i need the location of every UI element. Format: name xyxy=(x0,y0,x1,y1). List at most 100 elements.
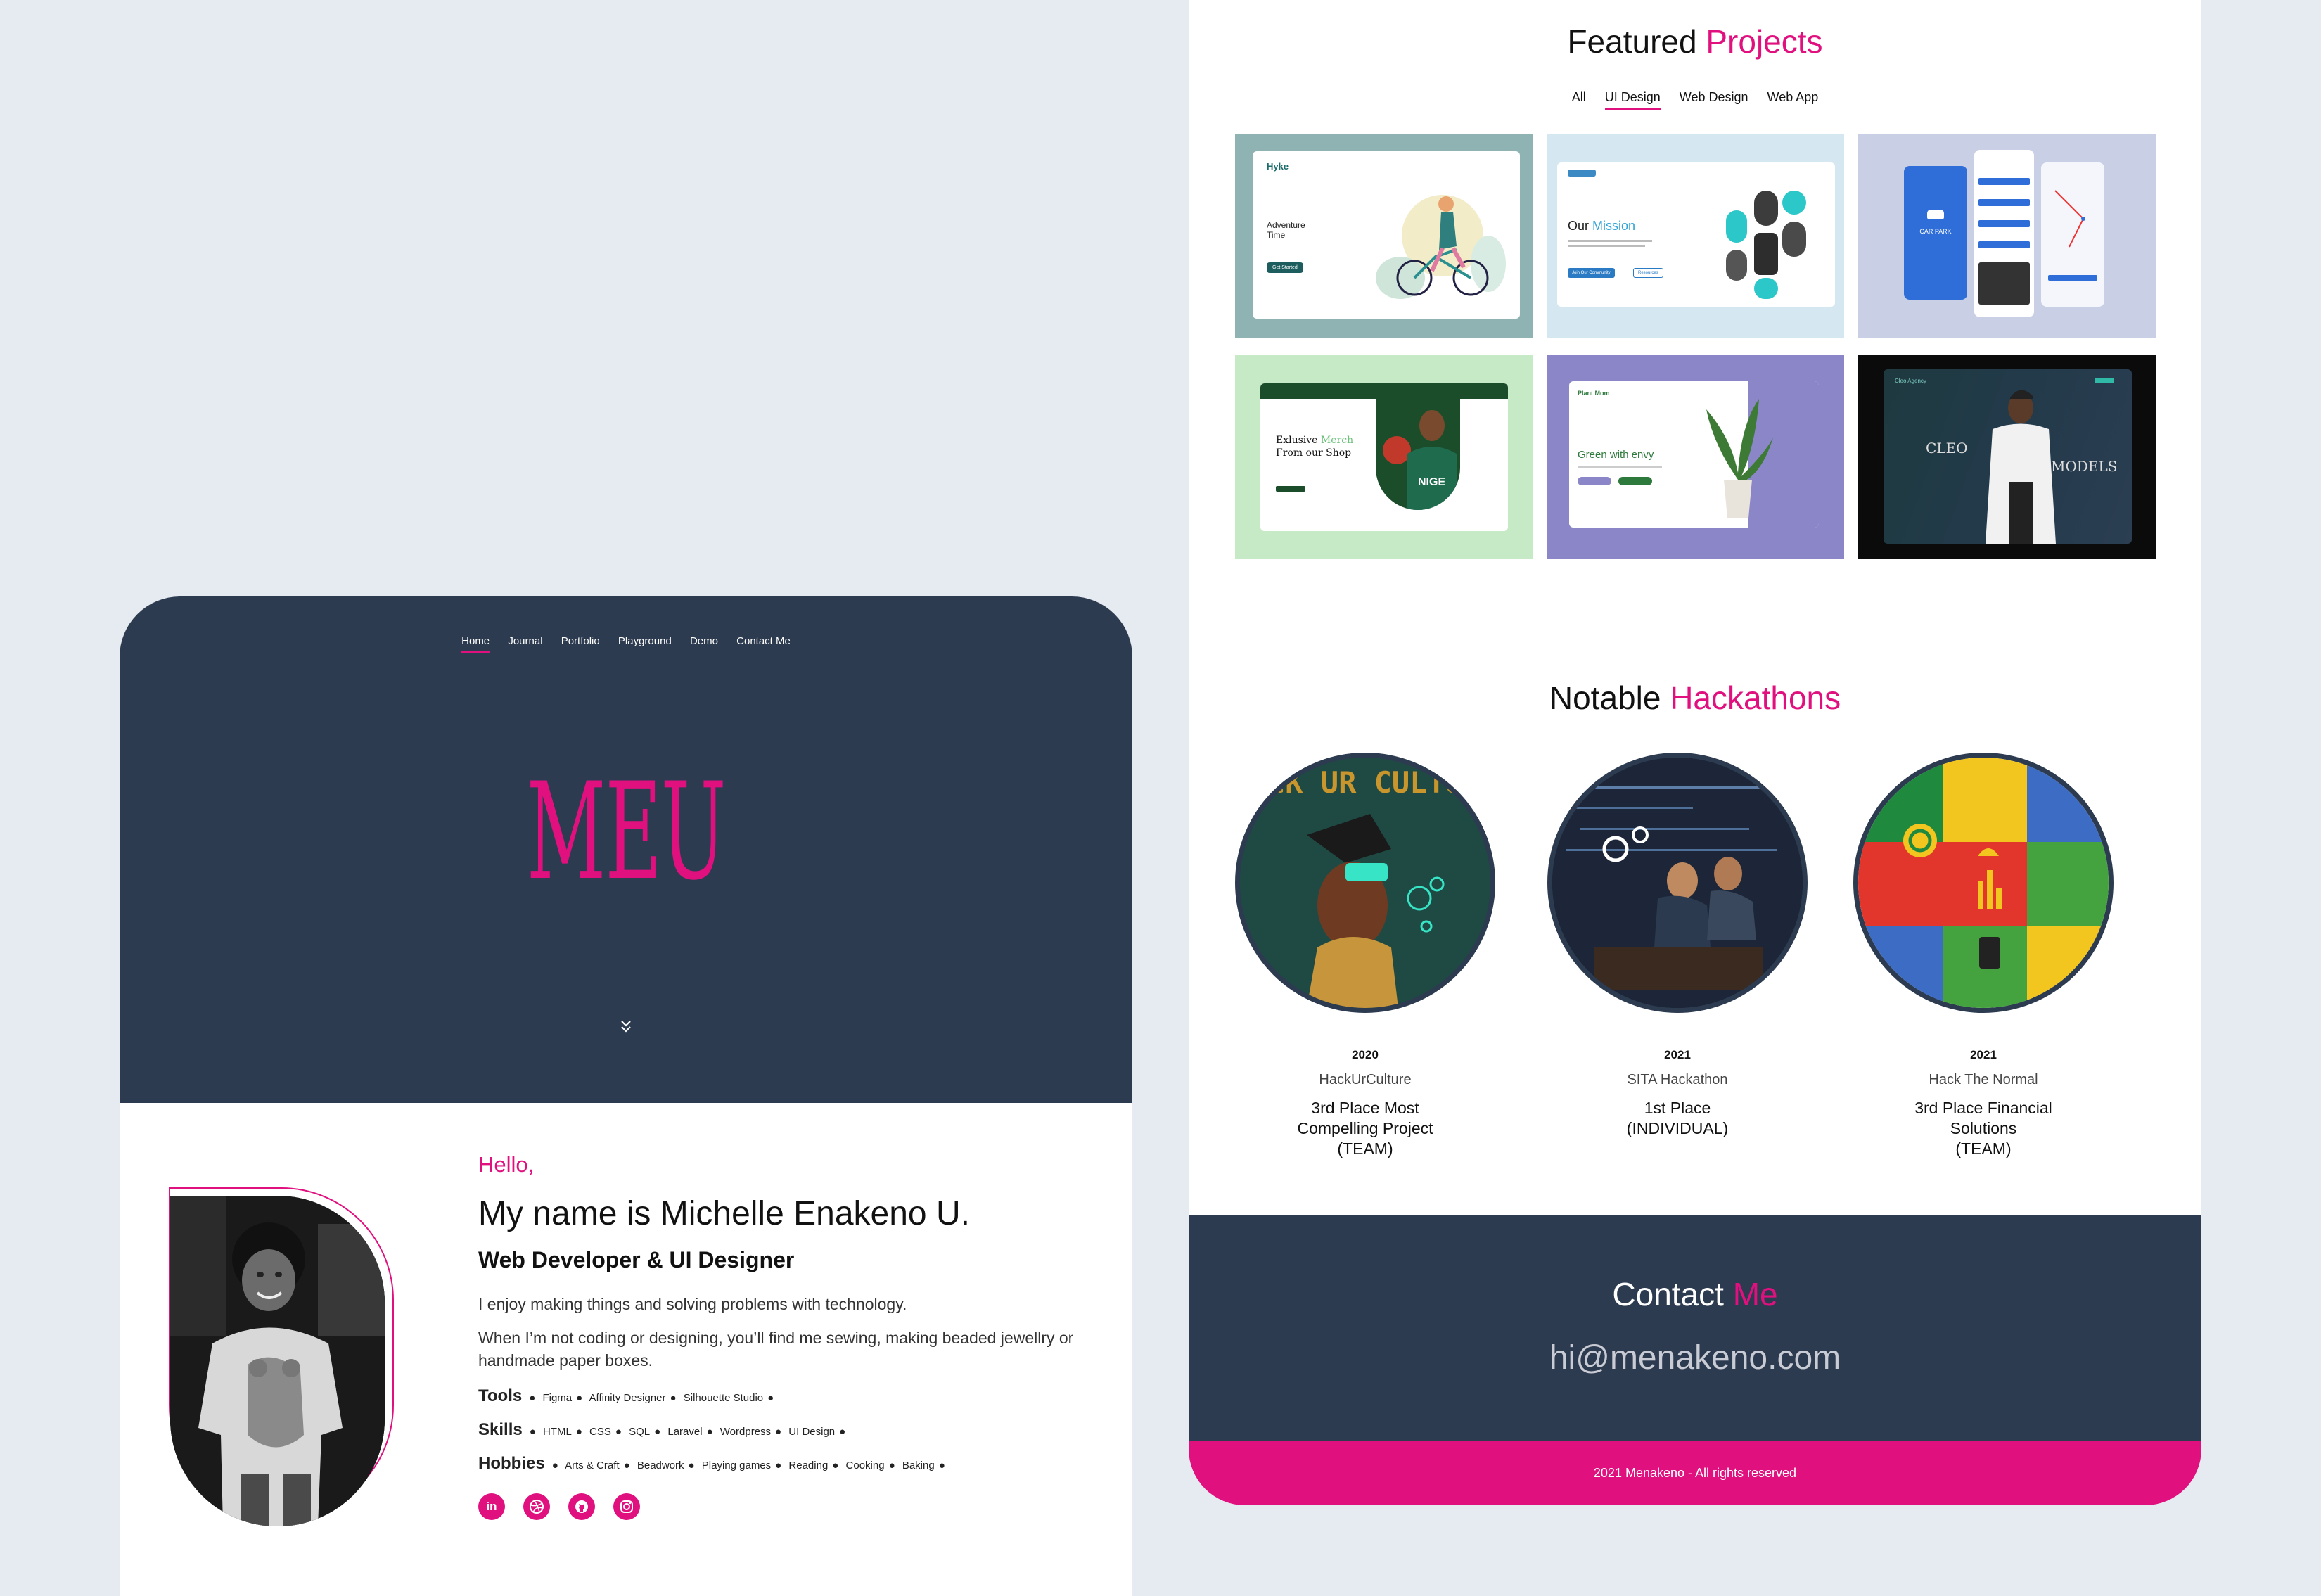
jersey-text: NIGE xyxy=(1418,476,1445,488)
github-icon[interactable] xyxy=(568,1493,595,1520)
skill-item: Wordpress xyxy=(720,1425,772,1438)
intro-name: My name is Michelle Enakeno U. xyxy=(478,1195,970,1232)
hackathon-card[interactable]: 2021 Hack The Normal 3rd Place Financial… xyxy=(1850,753,2117,1158)
filter-web-design[interactable]: Web Design xyxy=(1680,90,1748,105)
dribbble-icon[interactable] xyxy=(523,1493,550,1520)
about-text: Hello, My name is Michelle Enakeno U. We… xyxy=(478,1152,1111,1520)
project-tile-merch[interactable]: Exlusive Merch From our Shop NIGE xyxy=(1235,355,1533,559)
skill-item: SQL xyxy=(629,1425,651,1438)
bio-paragraph-1: I enjoy making things and solving proble… xyxy=(478,1295,907,1313)
hackathon-year: 2020 xyxy=(1352,1048,1379,1061)
greeting: Hello, xyxy=(478,1152,535,1177)
hackathon-award: 3rd Place Most Compelling Project (TEAM) xyxy=(1297,1099,1433,1158)
hackathon-card[interactable]: 2021 SITA Hackathon 1st Place (INDIVIDUA… xyxy=(1544,753,1811,1139)
skills-row: Skills ● HTML ● CSS ● SQL ● Laravel ● Wordpre… xyxy=(478,1419,846,1439)
project-tile-plant-mom[interactable]: Plant Mom Green with envy xyxy=(1547,355,1844,559)
tile-heading: Adventure Time xyxy=(1267,220,1305,241)
bio-paragraph-2: When I’m not coding or designing, you’ll… xyxy=(478,1329,1074,1370)
hobby-item: Playing games xyxy=(701,1459,772,1471)
projects-heading: Featured Projects xyxy=(1189,23,2201,60)
cyclist-illustration xyxy=(1376,195,1506,299)
hackathon-image: HACK UR CULTURE xyxy=(1235,753,1495,1013)
double-chevron-down-icon[interactable] xyxy=(612,1017,640,1038)
filter-all[interactable]: All xyxy=(1572,90,1586,105)
hobby-item: Baking xyxy=(902,1459,935,1471)
tile-button-primary: Join Our Community xyxy=(1568,268,1615,278)
linkedin-icon[interactable]: in xyxy=(478,1493,505,1520)
nav-portfolio[interactable]: Portfolio xyxy=(561,635,600,647)
project-tile-car-park[interactable]: CAR PARK xyxy=(1858,134,2156,338)
hobbies-row: Hobbies ● Arts & Craft ● Beadwork ● Playing… xyxy=(478,1453,945,1473)
job-title: Web Developer & UI Designer xyxy=(478,1247,795,1272)
skills-label: Skills xyxy=(478,1419,523,1439)
nav-journal[interactable]: Journal xyxy=(508,635,542,647)
hobby-item: Cooking xyxy=(845,1459,885,1471)
profile-photo-frame xyxy=(169,1187,401,1528)
hackathon-name: Hack The Normal xyxy=(1929,1072,2038,1087)
tile-button: Get Started xyxy=(1267,262,1303,273)
projects-heading-text: Featured xyxy=(1567,23,1697,60)
hackathons-heading: Notable Hackathons xyxy=(1189,679,2201,717)
contact-section: Contact Me hi@menakeno.com xyxy=(1189,1215,2201,1441)
car-park-label: CAR PARK xyxy=(1919,228,1952,235)
project-filters: All UI Design Web Design Web App xyxy=(1189,90,2201,110)
hackathon-year: 2021 xyxy=(1664,1048,1691,1061)
social-links: in xyxy=(478,1493,1111,1520)
tools-row: Tools ● Figma ● Affinity Designer ● Silhoue… xyxy=(478,1386,774,1405)
phone-screen-list xyxy=(1974,150,2034,317)
plant-illustration xyxy=(1706,399,1773,518)
hero-section: Home Journal Portfolio Playground Demo C… xyxy=(120,596,1132,1103)
project-tile-hyke[interactable]: Hyke Adventure Time Get Started xyxy=(1235,134,1533,338)
phone-screen-map xyxy=(2041,162,2104,307)
tile-heading: Our Mission xyxy=(1568,219,1636,233)
tile-logo xyxy=(1568,170,1596,177)
tile-brand: Plant Mom xyxy=(1578,390,1610,397)
profile-photo xyxy=(170,1196,385,1526)
hackathons-heading-accent: Hackathons xyxy=(1670,679,1841,716)
nav-home[interactable]: Home xyxy=(461,635,490,653)
tool-item: Affinity Designer xyxy=(589,1391,666,1404)
hack-ur-culture-art-text: HACK UR CULTURE xyxy=(1240,765,1490,800)
hero-logo: MEU xyxy=(526,754,727,909)
nav-contact-me[interactable]: Contact Me xyxy=(736,635,791,647)
tile-brand: Hyke xyxy=(1267,161,1289,172)
contact-heading: Contact Me xyxy=(1189,1275,2201,1313)
model-photo xyxy=(1986,390,2056,544)
instagram-icon[interactable] xyxy=(613,1493,640,1520)
tools-label: Tools xyxy=(478,1386,523,1405)
tile-word-right: MODELS xyxy=(2051,458,2118,475)
hackathons-heading-text: Notable xyxy=(1549,679,1661,716)
contact-heading-text: Contact xyxy=(1612,1276,1724,1313)
filter-ui-design[interactable]: UI Design xyxy=(1604,90,1661,110)
tool-item: Figma xyxy=(542,1391,573,1404)
home-page-card: Home Journal Portfolio Playground Demo C… xyxy=(120,596,1132,1596)
tile-button-secondary: Resources xyxy=(1633,268,1663,278)
footer: 2021 Menakeno - All rights reserved xyxy=(1189,1441,2201,1505)
filter-web-app[interactable]: Web App xyxy=(1767,90,1819,105)
car-icon xyxy=(1927,210,1944,219)
portfolio-page-card: Featured Projects All UI Design Web Desi… xyxy=(1189,0,2201,1505)
hackathon-name: SITA Hackathon xyxy=(1627,1072,1728,1087)
tile-heading: Exlusive Merch From our Shop xyxy=(1276,435,1354,459)
about-section: Hello, My name is Michelle Enakeno U. We… xyxy=(120,1103,1132,1596)
hackathon-name: HackUrCulture xyxy=(1319,1072,1412,1087)
hackathon-image xyxy=(1547,753,1808,1013)
project-tile-mission[interactable]: Our Mission Join Our Community Resources xyxy=(1547,134,1844,338)
main-nav: Home Journal Portfolio Playground Demo C… xyxy=(120,635,1132,653)
tool-item: Silhouette Studio xyxy=(683,1391,764,1404)
skill-item: CSS xyxy=(589,1425,611,1438)
nav-demo[interactable]: Demo xyxy=(690,635,718,647)
team-photos-collage xyxy=(1726,191,1806,299)
phone-screen-splash: CAR PARK xyxy=(1904,166,1967,300)
projects-heading-accent: Projects xyxy=(1706,23,1823,60)
tile-brand: Cleo Agency xyxy=(1895,378,1926,384)
skill-item: UI Design xyxy=(788,1425,836,1438)
skill-item: Laravel xyxy=(667,1425,703,1438)
hackathon-card[interactable]: HACK UR CULTURE 2020 HackUrCulture 3rd P… xyxy=(1232,753,1499,1158)
contact-email-link[interactable]: hi@menakeno.com xyxy=(1189,1339,2201,1377)
athlete-photo: NIGE xyxy=(1376,383,1460,510)
nav-playground[interactable]: Playground xyxy=(618,635,672,647)
project-tile-cleo[interactable]: Cleo Agency CLEO MODELS xyxy=(1858,355,2156,559)
hobby-item: Reading xyxy=(788,1459,829,1471)
hobbies-label: Hobbies xyxy=(478,1453,545,1473)
